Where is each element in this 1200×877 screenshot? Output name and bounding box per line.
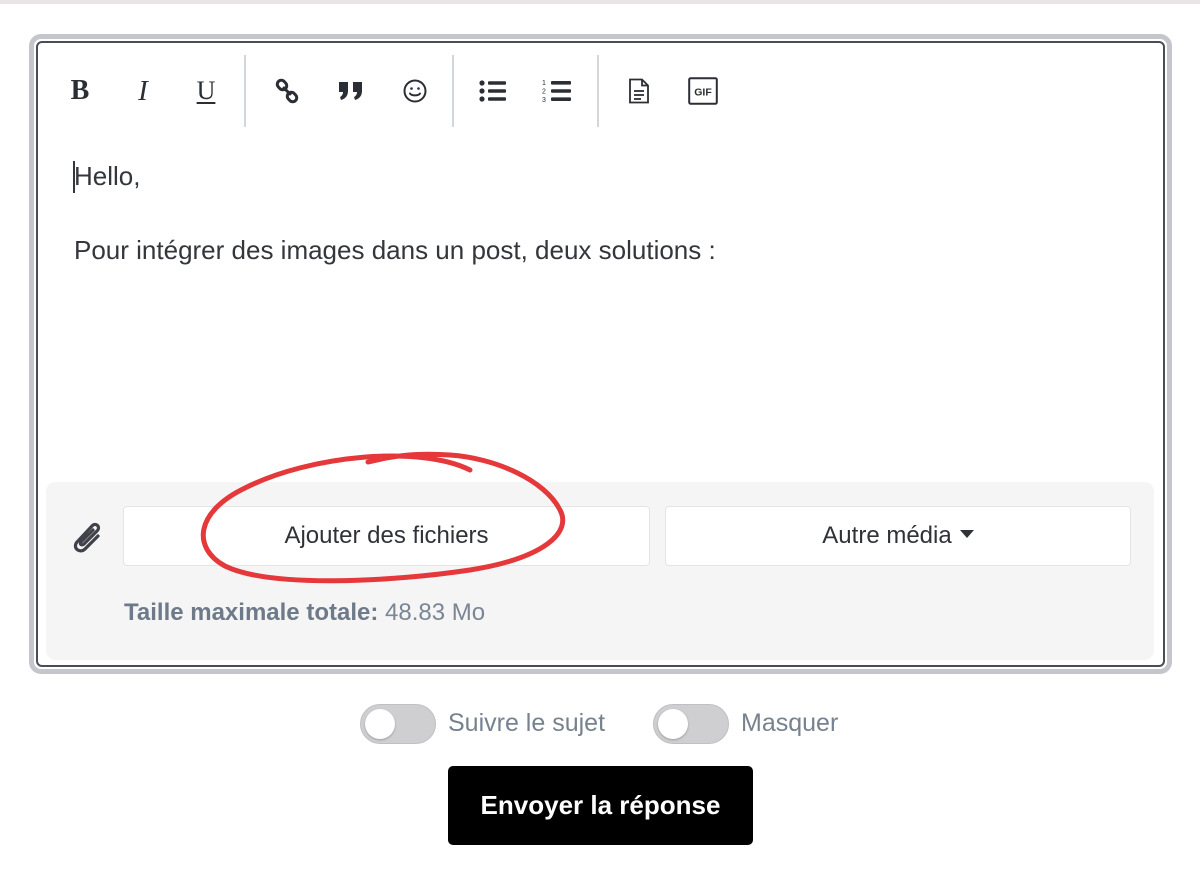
follow-topic-label: Suivre le sujet [448,709,606,737]
svg-text:3: 3 [542,97,546,104]
add-files-label: Ajouter des fichiers [284,522,489,549]
toolbar-divider [452,55,454,127]
quote-icon [339,82,362,100]
italic-icon: I [138,74,148,107]
caret-down-icon [959,530,974,538]
quote-button[interactable] [327,69,375,113]
toggle-knob [365,709,395,739]
italic-button[interactable]: I [119,69,167,113]
add-files-button[interactable]: Ajouter des fichiers [123,506,650,566]
emoji-button[interactable] [391,69,439,113]
toolbar-divider [597,55,599,127]
max-size-info: Taille maximale totale: 48.83 Mo [124,599,485,627]
gif-icon: GIF [688,77,718,105]
other-media-button[interactable]: Autre média [665,506,1131,566]
svg-text:GIF: GIF [694,87,712,99]
numbered-list-icon: 1 2 3 [542,80,571,104]
numbered-list-button[interactable]: 1 2 3 [533,69,581,113]
hide-toggle[interactable] [653,704,729,744]
underline-button[interactable]: U [182,69,230,113]
document-button[interactable] [615,69,663,113]
other-media-label: Autre média [822,522,952,549]
svg-text:2: 2 [542,89,546,96]
reply-editor: B I U 1 2 3 GIF Hello, Pour intégrer des… [29,34,1172,674]
content-line: Pour intégrer des images dans un post, d… [74,235,716,265]
toggle-knob [658,709,688,739]
editor-toolbar: B I U 1 2 3 GIF [38,43,1163,143]
document-icon [629,78,649,104]
link-icon [275,78,299,104]
bold-button[interactable]: B [56,69,104,113]
svg-text:1: 1 [542,80,546,87]
link-button[interactable] [263,69,311,113]
attachments-panel: Ajouter des fichiers Autre média Taille … [46,482,1154,660]
max-size-label: Taille maximale totale: [124,599,379,626]
content-line: Hello, [74,161,141,191]
bold-icon: B [70,75,90,106]
bullet-list-button[interactable] [469,69,517,113]
gif-button[interactable]: GIF [679,69,727,113]
send-reply-button[interactable]: Envoyer la réponse [448,766,753,845]
editor-frame: B I U 1 2 3 GIF Hello, Pour intégrer des… [36,41,1165,667]
max-size-value: 48.83 Mo [385,599,486,626]
emoji-icon [403,79,427,103]
page-top-border [0,0,1200,4]
toolbar-divider [244,55,246,127]
send-reply-label: Envoyer la réponse [480,790,721,820]
bullet-list-icon [479,80,506,102]
follow-topic-toggle[interactable] [360,704,436,744]
hide-label: Masquer [741,709,839,737]
underline-icon: U [196,76,216,105]
paperclip-icon [73,522,101,553]
